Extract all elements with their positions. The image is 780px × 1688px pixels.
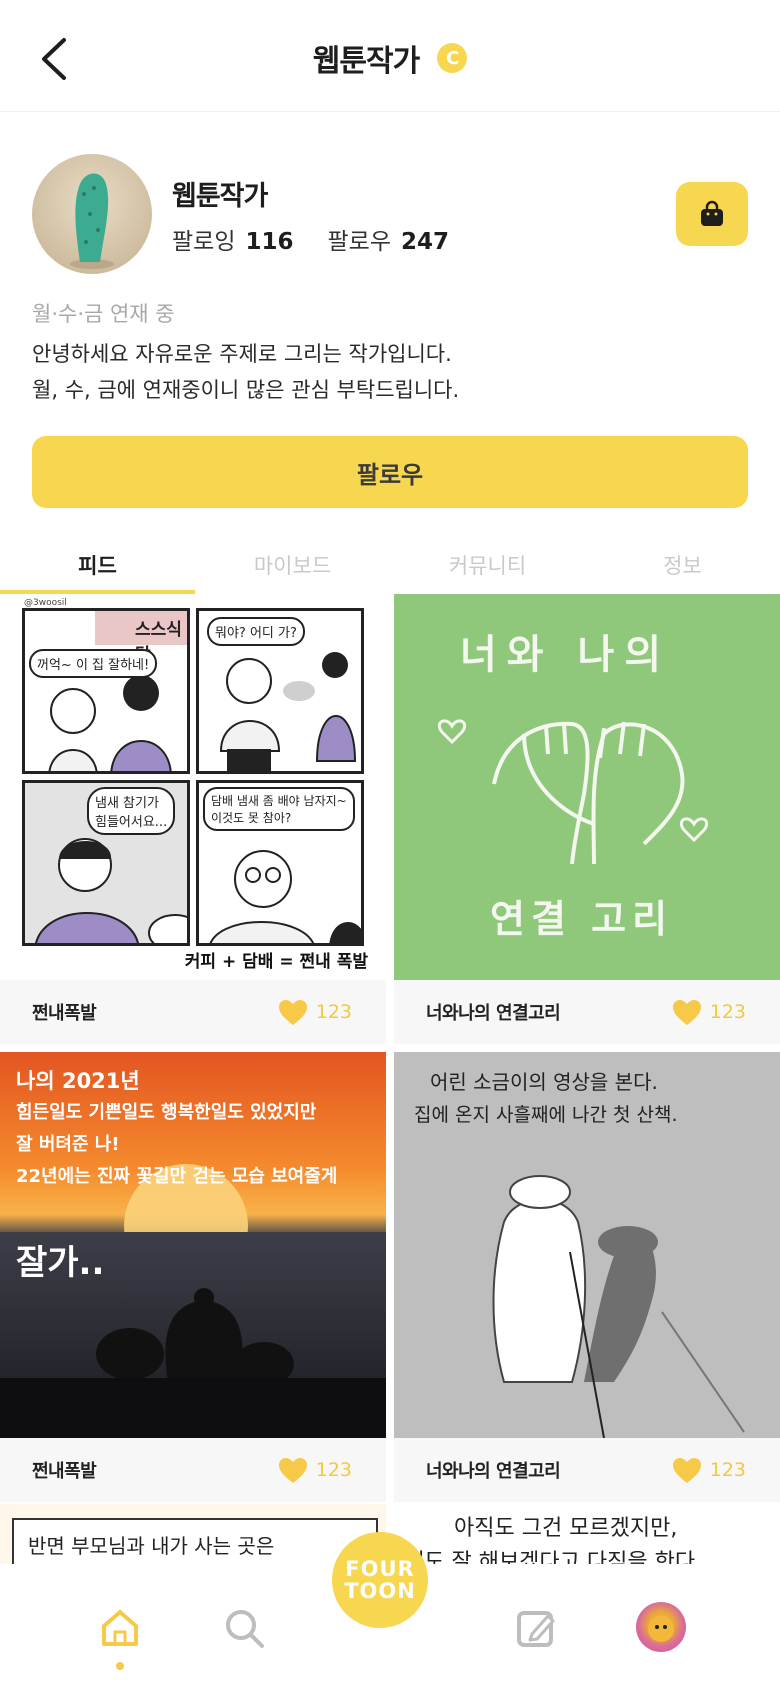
feed-card-partial[interactable]: 반면 부모님과 내가 사는 곳은 xyxy=(0,1504,386,1564)
like-count-group[interactable]: 123 xyxy=(672,999,746,1026)
page-title: 웹툰작가 C xyxy=(0,36,780,80)
comic-caption: 커피 + 담배 = 쩐내 폭발 xyxy=(184,952,368,972)
following-count[interactable]: 116 xyxy=(245,229,293,255)
fab-label: TOON xyxy=(344,1579,416,1603)
feed-card[interactable]: 너와 나의 연결 고리 너와나의 연결고리 123 xyxy=(394,594,780,1044)
profile-bio: 안녕하세요 자유로운 주제로 그리는 작가입니다. 월, 수, 금에 연재중이니… xyxy=(32,336,459,408)
tab-feed[interactable]: 피드 xyxy=(0,538,195,594)
follow-stats: 팔로잉 116 팔로우 247 xyxy=(172,222,473,256)
comic-thumbnail[interactable]: 나의 2021년 힘든일도 기쁜일도 행복한일도 있었지만 잘 버텨준 나! 2… xyxy=(0,1052,386,1438)
tab-info[interactable]: 정보 xyxy=(585,538,780,594)
schedule-text: 월·수·금 연재 중 xyxy=(32,302,175,326)
follower-count[interactable]: 247 xyxy=(401,229,449,255)
page-title-text: 웹툰작가 xyxy=(312,44,420,79)
heart-icon xyxy=(278,999,307,1025)
feed-card[interactable]: 어린 소금이의 영상을 본다. 집에 온지 사흘째에 나간 첫 산책. 너와나의… xyxy=(394,1052,780,1502)
speech-bubble: 꺼억~ 이 집 잘하네! xyxy=(29,649,158,678)
card-meta: 너와나의 연결고리 123 xyxy=(394,980,780,1044)
nav-search[interactable] xyxy=(216,1600,272,1656)
comic-panel: 뭐야? 어디 가? xyxy=(196,608,364,774)
shopping-bag-icon xyxy=(701,200,723,226)
card-title: 쩐내폭발 xyxy=(32,1461,97,1482)
shop-bag-button[interactable] xyxy=(676,182,748,246)
card-meta: 쩐내폭발 123 xyxy=(0,980,386,1044)
feed-card[interactable]: 나의 2021년 힘든일도 기쁜일도 행복한일도 있었지만 잘 버텨준 나! 2… xyxy=(0,1052,386,1502)
like-count: 123 xyxy=(709,1001,746,1023)
card-title: 너와나의 연결고리 xyxy=(426,1461,561,1482)
edit-icon xyxy=(517,1611,555,1647)
top-app-bar: 웹툰작가 C xyxy=(0,0,780,112)
like-count: 123 xyxy=(709,1459,746,1481)
tab-community[interactable]: 커뮤니티 xyxy=(390,538,585,594)
follow-button[interactable]: 팔로우 xyxy=(32,436,748,508)
comic-text-line: 래도 잘 해보겠다고 다짐을 한다 xyxy=(404,1550,696,1564)
feed-card[interactable]: @3woosil 스스식당 꺼억~ 이 집 잘하네! 뭐야? 어디 가? xyxy=(0,594,386,1044)
like-count-group[interactable]: 123 xyxy=(278,999,352,1026)
follower-label[interactable]: 팔로우 xyxy=(328,222,391,256)
feed-card-partial[interactable]: 아직도 그건 모르겠지만, 래도 잘 해보겠다고 다짐을 한다 xyxy=(394,1504,780,1564)
nav-home[interactable] xyxy=(92,1600,148,1656)
comic-title-text: 연결 고리 xyxy=(490,897,674,941)
heart-icon xyxy=(672,999,701,1025)
card-title: 너와나의 연결고리 xyxy=(426,1003,561,1024)
profile-name: 웹툰작가 xyxy=(172,181,268,212)
bio-line: 안녕하세요 자유로운 주제로 그리는 작가입니다. xyxy=(32,342,452,366)
card-title: 쩐내폭발 xyxy=(32,1003,97,1024)
search-icon xyxy=(226,1610,264,1648)
heart-icon xyxy=(278,1457,307,1483)
fab-label: FOUR xyxy=(345,1557,415,1581)
speech-bubble: 담배 냄새 좀 배야 남자지~ 이것도 못 참아? xyxy=(203,787,355,831)
comic-thumbnail[interactable]: 너와 나의 연결 고리 xyxy=(394,594,780,980)
comic-thumbnail[interactable]: 어린 소금이의 영상을 본다. 집에 온지 사흘째에 나간 첫 산책. xyxy=(394,1052,780,1438)
comic-panel: 담배 냄새 좀 배야 남자지~ 이것도 못 참아? xyxy=(196,780,364,946)
like-count: 123 xyxy=(315,1459,352,1481)
like-count-group[interactable]: 123 xyxy=(278,1457,352,1484)
comic-panel: 냄새 참기가 힘들어서요... xyxy=(22,780,190,946)
like-count-group[interactable]: 123 xyxy=(672,1457,746,1484)
coin-icon: C xyxy=(437,43,468,73)
home-icon xyxy=(102,1610,138,1646)
card-meta: 너와나의 연결고리 123 xyxy=(394,1438,780,1502)
bio-line: 월, 수, 금에 연재중이니 많은 관심 부탁드립니다. xyxy=(32,378,460,402)
fourtoon-home-button[interactable]: FOUR TOON xyxy=(332,1532,428,1628)
following-label[interactable]: 팔로잉 xyxy=(172,222,235,256)
card-meta: 쩐내폭발 123 xyxy=(0,1438,386,1502)
profile-avatar[interactable] xyxy=(32,154,152,274)
heart-icon xyxy=(672,1457,701,1483)
nav-profile-avatar[interactable] xyxy=(636,1602,686,1652)
comic-text-line: 반면 부모님과 내가 사는 곳은 xyxy=(28,1534,275,1558)
comic-text-line: 아직도 그건 모르겠지만, xyxy=(454,1516,678,1541)
profile-tabs: 피드 마이보드 커뮤니티 정보 xyxy=(0,538,780,594)
comic-panel: 스스식당 꺼억~ 이 집 잘하네! xyxy=(22,608,190,774)
comic-thumbnail[interactable]: @3woosil 스스식당 꺼억~ 이 집 잘하네! 뭐야? 어디 가? xyxy=(0,594,386,980)
speech-bubble: 뭐야? 어디 가? xyxy=(207,617,305,646)
nav-write[interactable] xyxy=(508,1600,564,1656)
active-indicator xyxy=(116,1662,124,1670)
speech-bubble: 냄새 참기가 힘들어서요... xyxy=(87,787,176,835)
tab-myboard[interactable]: 마이보드 xyxy=(195,538,390,594)
like-count: 123 xyxy=(315,1001,352,1023)
comic-watermark: @3woosil xyxy=(24,598,67,608)
